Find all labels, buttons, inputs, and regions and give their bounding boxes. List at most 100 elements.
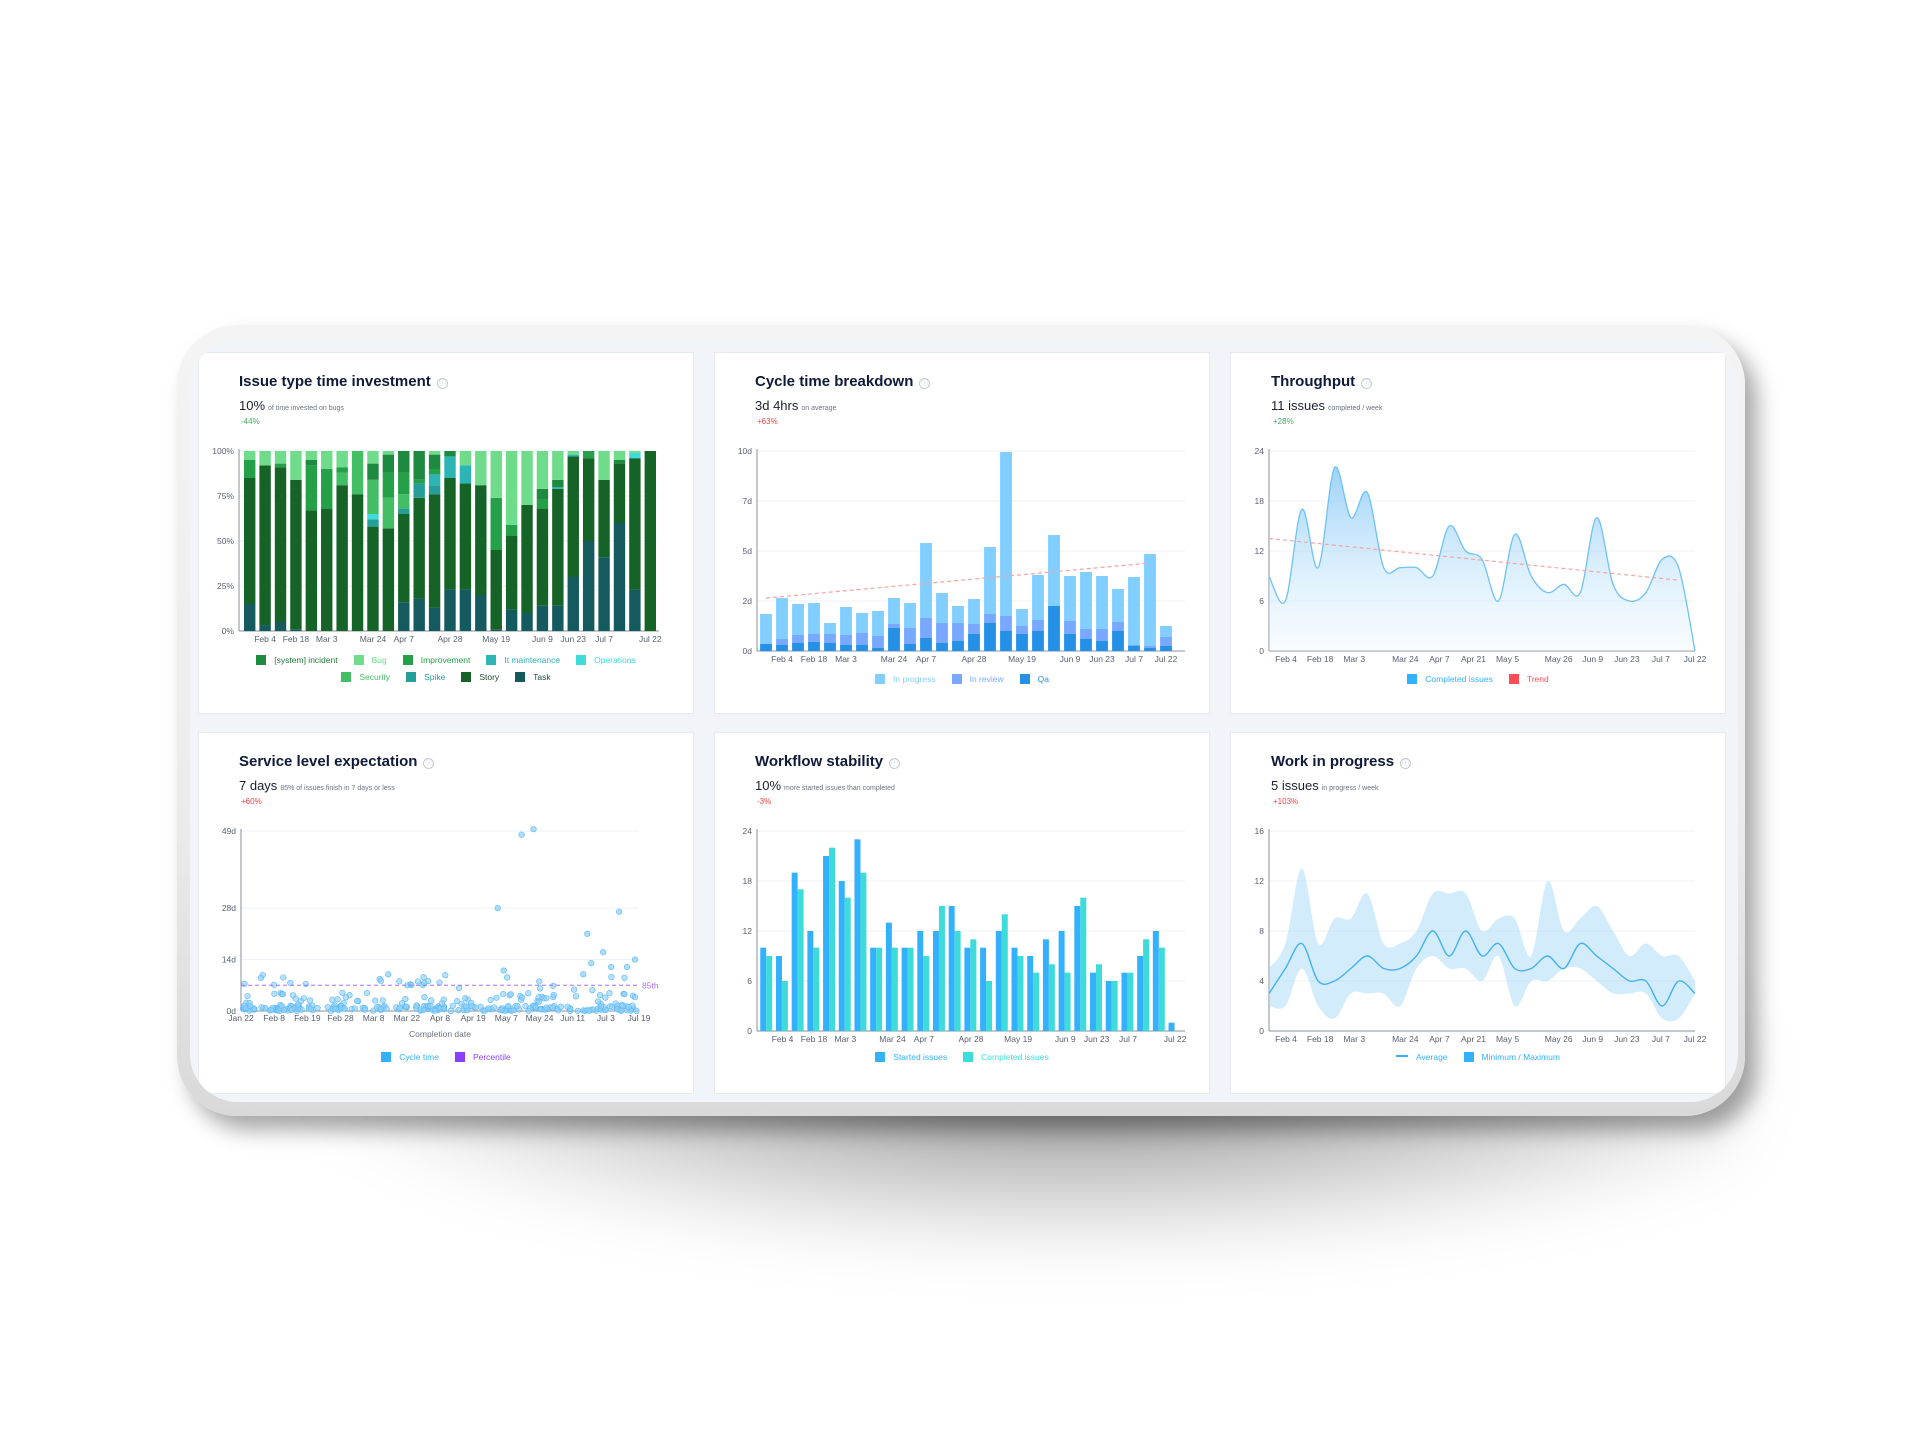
data-point [514, 1003, 521, 1010]
legend-row: Completed issues Trend [1231, 674, 1725, 684]
legend-item[interactable]: Completed issues [1407, 674, 1493, 684]
legend-swatch [256, 655, 267, 665]
bar-segment [1080, 629, 1092, 639]
wip-chart: 0 4 8 12 16 Feb 4 Feb 18 Mar 3 Mar 24 Apr 7 Apr 21… [1255, 826, 1707, 1044]
data-point [420, 974, 427, 981]
x-tick-label: Apr 21 [1461, 654, 1486, 664]
legend-item[interactable]: Completed issues [963, 1052, 1049, 1062]
data-point [616, 908, 623, 915]
bar-segment [872, 648, 884, 651]
x-tick-label: Jul 22 [1155, 654, 1178, 664]
bar-segment [1096, 576, 1108, 629]
data-point [341, 1005, 348, 1012]
legend-item[interactable]: Cycle time [381, 1052, 439, 1062]
data-point [302, 980, 309, 988]
bar-segment [490, 451, 502, 498]
legend-label: Task [533, 672, 551, 682]
legend-item[interactable]: In review [951, 674, 1004, 684]
data-point [351, 1005, 358, 1012]
x-tick-label: Apr 7 [394, 634, 415, 644]
legend-item[interactable]: [system] incident [256, 655, 338, 665]
data-point [532, 1003, 539, 1011]
bar [938, 906, 945, 1031]
bar-segment [856, 633, 868, 645]
bar-segment [598, 451, 610, 480]
x-tick-label: Feb 4 [771, 654, 793, 664]
bar-segment [1080, 572, 1092, 629]
legend-item[interactable]: Operations [576, 655, 636, 665]
x-tick-label: May 7 [495, 1013, 518, 1023]
data-point [454, 997, 461, 1005]
legend-label: Percentile [472, 1052, 511, 1062]
bar-segment [856, 645, 868, 651]
bar [970, 939, 977, 1031]
bar-segment [536, 508, 549, 606]
legend-item[interactable]: Improvement [402, 655, 470, 665]
y-tick-label: 100% [212, 446, 234, 456]
data-point [518, 831, 525, 838]
legend-item[interactable]: Bug [353, 655, 387, 665]
bar [854, 839, 861, 1031]
data-point [608, 1003, 616, 1010]
bar [995, 931, 1002, 1031]
bar-segment [629, 452, 641, 459]
bar-segment [840, 635, 852, 645]
legend-item[interactable]: Percentile [454, 1052, 511, 1062]
data-point [485, 1005, 492, 1012]
data-point [377, 977, 385, 984]
bar-segment [872, 611, 884, 636]
bar [885, 922, 892, 1031]
legend-item[interactable]: Story [461, 672, 499, 682]
bar-segment [872, 636, 884, 648]
bar-segment [840, 607, 852, 635]
bar-segment [367, 514, 379, 520]
data-point [372, 997, 379, 1004]
bar [775, 956, 782, 1031]
bar [1090, 972, 1097, 1031]
data-point [621, 990, 628, 998]
legend-item[interactable]: It maintenance [486, 655, 560, 665]
legend-item[interactable]: Security [341, 672, 390, 682]
bar-segment [505, 524, 518, 536]
x-tick-label: Feb 4 [772, 1034, 794, 1044]
bar-segment [1064, 621, 1076, 634]
bar-segment [1032, 620, 1044, 631]
legend-item[interactable]: In progress [875, 674, 936, 684]
bar-segment [1160, 626, 1172, 637]
legend-item[interactable]: Trend [1508, 674, 1549, 684]
x-tick-label: Feb 18 [1307, 654, 1334, 664]
bar-segment [888, 628, 900, 651]
y-tick-label: 0% [222, 626, 235, 636]
y-tick-label: 24 [743, 826, 753, 836]
y-tick-label: 25% [217, 581, 234, 591]
workflow-chart: 0 6 12 18 24 Feb 4 Feb 18 Mar 3 Mar 24 Apr 7 Apr 2… [743, 826, 1187, 1044]
legend-item[interactable]: Task [515, 672, 551, 682]
bar-segment [428, 485, 441, 495]
data-point [588, 960, 595, 967]
bar [1152, 931, 1159, 1031]
legend-item[interactable]: Average [1396, 1052, 1448, 1062]
x-tick-label: Jul 22 [1684, 1034, 1707, 1044]
bar-segment [1080, 639, 1092, 651]
legend-item[interactable]: Qa [1019, 674, 1049, 684]
panel-work-in-progress: Work in progress ⓘ 5 issues in progress / … [1230, 732, 1726, 1094]
chart-legend: [system] incident Bug Improvement It mainte… [199, 655, 693, 689]
x-tick-label: Jun 11 [560, 1013, 585, 1023]
panel-workflow-stability: Workflow stability ⓘ 10% more started issu… [714, 732, 1210, 1094]
bar-segment [1016, 626, 1028, 634]
bar-segment [244, 604, 256, 631]
bar [907, 947, 914, 1031]
bar [932, 931, 939, 1031]
x-tick-label: Jun 9 [1060, 654, 1081, 664]
legend-item[interactable]: Spike [406, 672, 445, 682]
data-point [361, 1006, 369, 1013]
panel-service-level-expectation: Service level expectation ⓘ 7 days 85% of … [198, 732, 694, 1094]
bar-segment [629, 458, 641, 590]
bar-segment [1016, 609, 1028, 626]
legend-item[interactable]: Minimum / Maximum [1463, 1052, 1560, 1062]
x-tick-label: Feb 18 [801, 1034, 828, 1044]
bar-segment [567, 456, 579, 577]
bar-segment [824, 623, 836, 634]
bar-segment [567, 451, 579, 455]
legend-item[interactable]: Started issues [875, 1052, 947, 1062]
